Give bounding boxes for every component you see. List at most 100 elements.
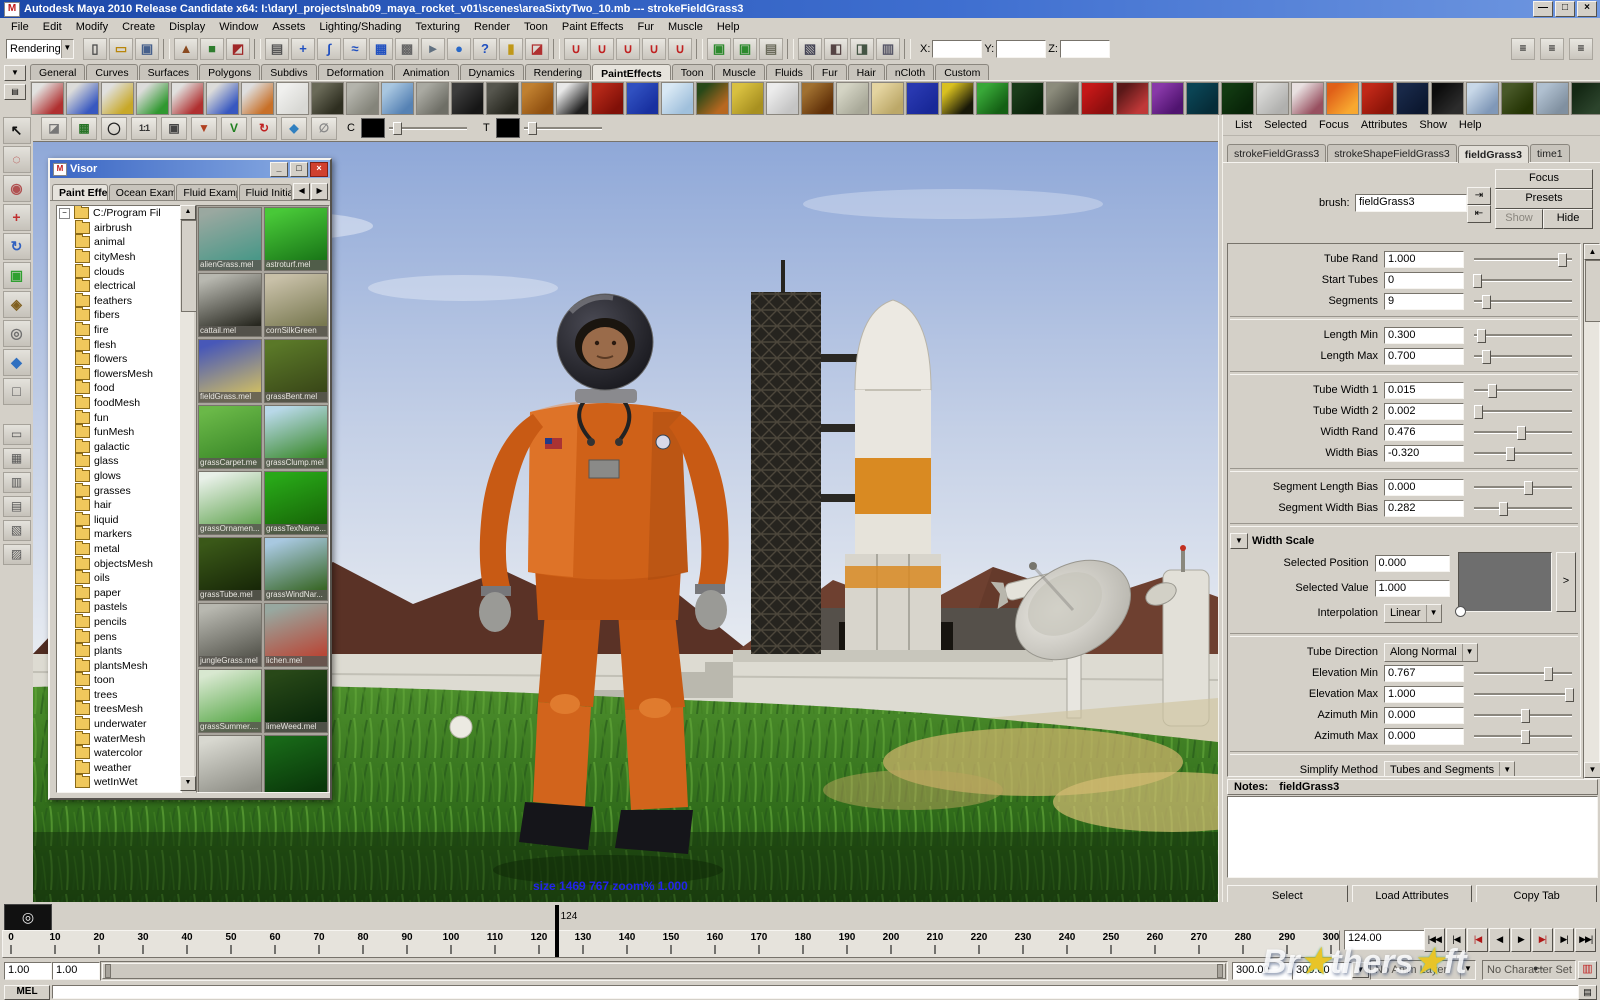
menu-edit[interactable]: Edit <box>36 19 69 35</box>
shelf-brush-4-icon[interactable] <box>136 82 169 115</box>
tree-item-foodmesh[interactable]: foodMesh <box>57 396 181 411</box>
auto-paint-icon[interactable]: ◆ <box>281 117 307 140</box>
shelf-brush-43-icon[interactable] <box>1501 82 1534 115</box>
shelf-tab-fur[interactable]: Fur <box>813 64 847 80</box>
new-scene-icon[interactable]: ▯ <box>83 38 107 60</box>
brush-thumbnail-grassclump-mel[interactable]: grassClump.mel <box>264 405 328 469</box>
render-settings-icon[interactable]: ▥ <box>876 38 900 60</box>
shelf-brush-18-icon[interactable] <box>626 82 659 115</box>
time-slider[interactable]: 0102030405060708090100110120130140150160… <box>2 930 1340 958</box>
shelf-brush-11-icon[interactable] <box>381 82 414 115</box>
tree-item-animal[interactable]: animal <box>57 235 181 250</box>
tree-item-grasses[interactable]: grasses <box>57 483 181 498</box>
snap-to-curve-icon[interactable]: ∪ <box>590 38 614 60</box>
tree-item-markers[interactable]: markers <box>57 527 181 542</box>
tree-item-clouds[interactable]: clouds <box>57 264 181 279</box>
shelf-brush-31-icon[interactable] <box>1081 82 1114 115</box>
show-shelf-toggle-icon[interactable]: ≡ <box>1511 38 1535 60</box>
paint-select-tool-icon[interactable]: ◉ <box>3 175 31 202</box>
snap-to-point-icon[interactable]: ∪ <box>616 38 640 60</box>
shelf-brush-29-icon[interactable] <box>1011 82 1044 115</box>
menu-toon[interactable]: Toon <box>517 19 555 35</box>
presets-button[interactable]: Presets <box>1495 189 1593 209</box>
shelf-brush-27-icon[interactable] <box>941 82 974 115</box>
shelf-brush-37-icon[interactable] <box>1291 82 1324 115</box>
tree-item-glows[interactable]: glows <box>57 469 181 484</box>
shelf-brush-26-icon[interactable] <box>906 82 939 115</box>
tree-scroll-down-icon[interactable]: ▼ <box>180 776 196 791</box>
shelf-tab-hair[interactable]: Hair <box>848 64 885 80</box>
attr-value-field[interactable]: 1.000 <box>1384 251 1464 268</box>
attr-slider[interactable] <box>1474 348 1572 364</box>
attr-slider[interactable] <box>1474 403 1572 419</box>
go-to-start-button[interactable]: |◀◀ <box>1424 928 1445 952</box>
help-mode-icon[interactable]: ? <box>473 38 497 60</box>
tree-item-fibers[interactable]: fibers <box>57 308 181 323</box>
menu-create[interactable]: Create <box>115 19 162 35</box>
list-operations-icon[interactable]: ▤ <box>265 38 289 60</box>
shelf-brush-41-icon[interactable] <box>1431 82 1464 115</box>
brush-thumbnail-cornsilkgreen[interactable]: cornSilkGreen <box>264 273 328 337</box>
shelf-tab-curves[interactable]: Curves <box>86 64 137 80</box>
construction-history-icon[interactable]: ▤ <box>759 38 783 60</box>
brush-thumbnail-16[interactable] <box>198 735 262 793</box>
brush-transparency-slider[interactable] <box>524 121 602 135</box>
shelf-brush-10-icon[interactable] <box>346 82 379 115</box>
chevron-down-icon[interactable]: ▼ <box>1499 762 1514 778</box>
tree-item-fire[interactable]: fire <box>57 323 181 338</box>
animation-start-field[interactable]: 1.00 <box>4 962 52 980</box>
layout-persp-graph-icon[interactable]: ▧ <box>3 520 31 541</box>
shelf-brush-14-icon[interactable] <box>486 82 519 115</box>
step-back-key-button[interactable]: |◀ <box>1467 928 1488 952</box>
script-editor-icon[interactable]: ▤ <box>1578 985 1597 1000</box>
lock-selection-icon[interactable]: ▮ <box>499 38 523 60</box>
tree-scrollbar-thumb[interactable] <box>181 220 197 312</box>
tree-root-item[interactable]: −C:/Program Fil <box>57 206 181 221</box>
copy-in-icon[interactable]: ⇥ <box>1467 187 1491 205</box>
select-tool-icon[interactable]: ↖ <box>3 117 31 144</box>
output-connections-icon[interactable]: ▣ <box>733 38 757 60</box>
play-backwards-button[interactable]: ◀ <box>1489 928 1510 952</box>
tree-item-toon[interactable]: toon <box>57 673 181 688</box>
visor-tab-scroll-right-icon[interactable]: ▶ <box>311 183 328 200</box>
auto-key-icon[interactable]: ▥ <box>1578 961 1597 979</box>
attr-slider[interactable] <box>1474 327 1572 343</box>
mel-command-input[interactable] <box>52 985 1580 999</box>
shelf-brush-13-icon[interactable] <box>451 82 484 115</box>
range-start-grip[interactable] <box>105 964 111 978</box>
layout-hypershade-icon[interactable]: ▨ <box>3 544 31 565</box>
tree-item-liquid[interactable]: liquid <box>57 512 181 527</box>
menu-file[interactable]: File <box>4 19 36 35</box>
layout-two-pane-icon[interactable]: ▤ <box>3 496 31 517</box>
ae-tab-time1[interactable]: time1 <box>1530 144 1570 162</box>
tree-item-pencils[interactable]: pencils <box>57 615 181 630</box>
attr-value-field[interactable]: 0.282 <box>1384 500 1464 517</box>
visor-tab-paint-effects[interactable]: Paint Effects <box>52 184 108 200</box>
visor-tree-scrollbar[interactable]: ▲ ▼ <box>180 205 194 791</box>
universal-manipulator-icon[interactable]: ◈ <box>3 291 31 318</box>
sphere-select-icon[interactable]: ● <box>447 38 471 60</box>
attr-value-field[interactable]: 0.000 <box>1384 707 1464 724</box>
poly-select-mode-icon[interactable]: ▦ <box>369 38 393 60</box>
layout-persp-outliner-icon[interactable]: ▥ <box>3 472 31 493</box>
attr-value-field[interactable]: 0.000 <box>1384 728 1464 745</box>
attr-value-field[interactable]: 0.300 <box>1384 327 1464 344</box>
shelf-brush-5-icon[interactable] <box>171 82 204 115</box>
tree-item-flowersmesh[interactable]: flowersMesh <box>57 367 181 382</box>
brush-thumbnail-grassbent-mel[interactable]: grassBent.mel <box>264 339 328 403</box>
snap-to-grid-icon[interactable]: ∪ <box>564 38 588 60</box>
layout-four-pane-icon[interactable]: ▦ <box>3 448 31 469</box>
attr-value-field[interactable]: 0.002 <box>1384 403 1464 420</box>
chevron-down-icon[interactable]: ▼ <box>1462 644 1477 661</box>
attr-value-field[interactable]: -0.320 <box>1384 445 1464 462</box>
render-current-frame-icon[interactable]: ◧ <box>824 38 848 60</box>
shelf-brush-8-icon[interactable] <box>276 82 309 115</box>
command-language-button[interactable]: MEL <box>4 985 50 1000</box>
scroll-down-icon[interactable]: ▼ <box>1584 762 1600 778</box>
shelf-brush-1-icon[interactable] <box>31 82 64 115</box>
attr-slider[interactable] <box>1474 500 1572 516</box>
ae-menu-list[interactable]: List <box>1229 117 1258 133</box>
shelf-tab-fluids[interactable]: Fluids <box>766 64 812 80</box>
visor-tab-scroll-left-icon[interactable]: ◀ <box>293 183 310 200</box>
move-snap-icon[interactable]: + <box>291 38 315 60</box>
